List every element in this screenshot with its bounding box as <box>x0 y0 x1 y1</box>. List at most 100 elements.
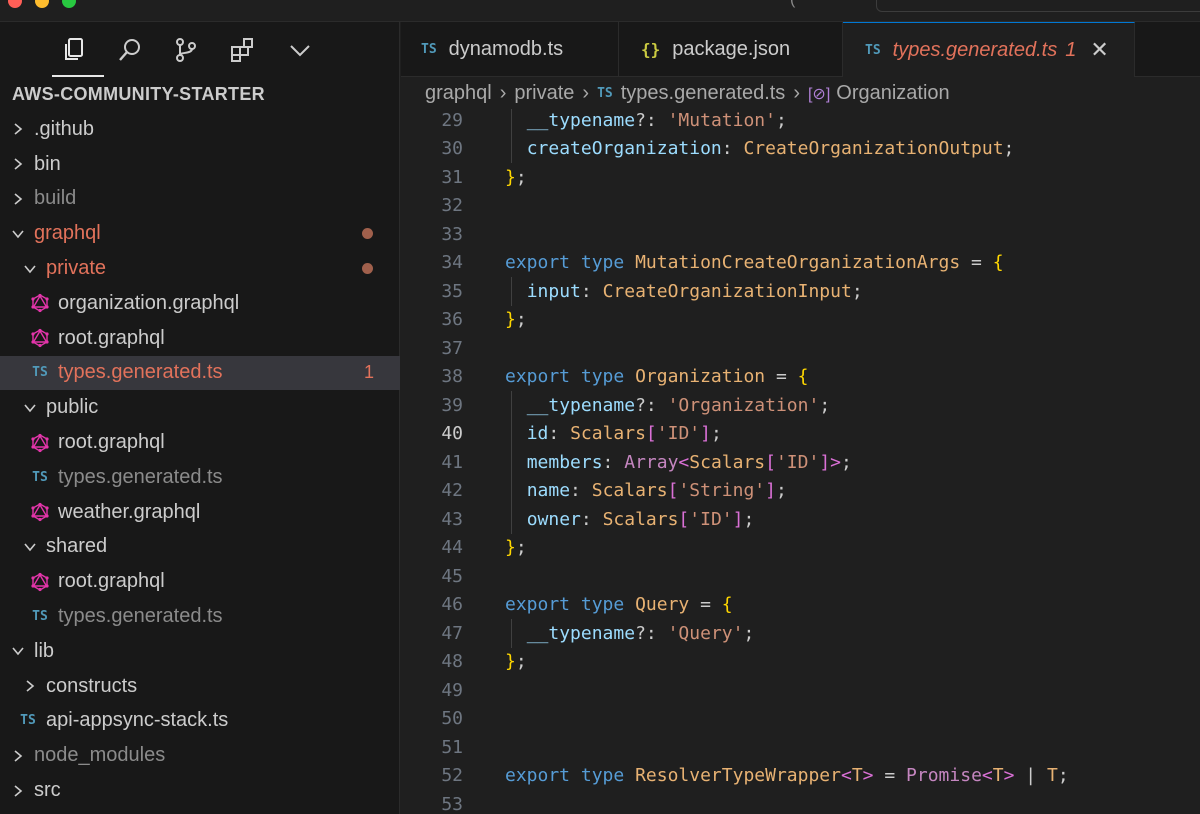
tab-types-generated[interactable]: TS types.generated.ts 1 ✕ <box>843 22 1135 77</box>
tree-folder[interactable]: private <box>0 251 400 286</box>
window-maximize-button[interactable] <box>62 0 76 8</box>
command-center-search[interactable] <box>876 0 1200 12</box>
tree-item-label: public <box>46 396 99 419</box>
chevron-down-icon[interactable] <box>20 259 40 279</box>
explorer-root-folder[interactable]: AWS-COMMUNITY-STARTER <box>12 84 265 105</box>
tree-folder[interactable]: node_modules <box>0 738 400 773</box>
tab-label: dynamodb.ts <box>448 38 564 60</box>
chevron-right-icon: › <box>499 82 507 104</box>
source-control-icon[interactable] <box>170 34 202 66</box>
code-line[interactable]: 47 __typename?: 'Query'; <box>401 619 1200 648</box>
code-text: export type MutationCreateOrganizationAr… <box>505 252 1004 274</box>
extensions-icon[interactable] <box>226 34 258 66</box>
code-text: __typename?: 'Organization'; <box>526 394 831 416</box>
tree-folder[interactable]: build <box>0 182 400 217</box>
tree-folder[interactable]: lib <box>0 634 400 669</box>
code-line[interactable]: 30 createOrganization: CreateOrganizatio… <box>401 135 1200 164</box>
code-line[interactable]: 51 <box>401 733 1200 762</box>
window-close-button[interactable] <box>8 0 22 8</box>
indent-guide <box>511 109 512 163</box>
tree-folder[interactable]: public <box>0 390 400 425</box>
tab-package-json[interactable]: {} package.json <box>619 22 843 77</box>
search-icon[interactable] <box>114 34 146 66</box>
problems-count: 1 <box>1065 38 1077 61</box>
code-line[interactable]: 32 <box>401 192 1200 221</box>
tree-folder[interactable]: constructs <box>0 669 400 704</box>
breadcrumb-item[interactable]: types.generated.ts <box>621 82 786 105</box>
tree-folder[interactable]: src <box>0 773 400 808</box>
line-number: 39 <box>441 394 463 416</box>
line-number: 44 <box>441 537 463 559</box>
chevron-down-icon[interactable] <box>8 224 28 244</box>
chevron-right-icon[interactable] <box>8 119 28 139</box>
tree-file[interactable]: organization.graphql <box>0 286 400 321</box>
modified-dot-icon <box>362 263 373 275</box>
code-line[interactable]: 48}; <box>401 648 1200 677</box>
code-line[interactable]: 41 members: Array<Scalars['ID']>; <box>401 448 1200 477</box>
chevron-right-icon[interactable] <box>8 781 28 801</box>
chevron-right-icon[interactable] <box>20 676 40 696</box>
tree-item-label: root.graphql <box>58 431 165 454</box>
code-editor[interactable]: 29 __typename?: 'Mutation'; 30 createOrga… <box>401 109 1200 814</box>
chevron-down-icon[interactable] <box>8 641 28 661</box>
tab-dynamodb[interactable]: TS dynamodb.ts <box>401 22 619 77</box>
tree-file[interactable]: root.graphql <box>0 564 400 599</box>
line-number: 43 <box>441 508 463 530</box>
tree-file[interactable]: TS types.generated.ts <box>0 599 400 634</box>
breadcrumb-item[interactable]: private <box>514 82 574 105</box>
code-line[interactable]: 42 name: Scalars['String']; <box>401 477 1200 506</box>
line-number: 48 <box>441 651 463 673</box>
tree-file[interactable]: weather.graphql <box>0 495 400 530</box>
typescript-file-icon: TS <box>18 711 38 731</box>
tree-item-label: src <box>34 779 61 802</box>
code-text: id: Scalars['ID']; <box>526 423 722 445</box>
tree-folder[interactable]: bin <box>0 147 400 182</box>
tree-item-label: bin <box>34 152 61 175</box>
code-line[interactable]: 50 <box>401 705 1200 734</box>
breadcrumb-item[interactable]: Organization <box>836 82 949 105</box>
code-line[interactable]: 40 id: Scalars['ID']; <box>401 420 1200 449</box>
code-line[interactable]: 44}; <box>401 534 1200 563</box>
chevron-right-icon[interactable] <box>8 154 28 174</box>
breadcrumb-item[interactable]: graphql <box>425 82 492 105</box>
tree-item-label: node_modules <box>34 744 166 767</box>
code-line[interactable]: 36}; <box>401 306 1200 335</box>
code-text: }; <box>505 651 527 673</box>
code-line[interactable]: 38 export type Organization = { <box>401 363 1200 392</box>
code-line[interactable]: 39 __typename?: 'Organization'; <box>401 391 1200 420</box>
tree-file[interactable]: TS types.generated.ts <box>0 460 400 495</box>
chevron-down-icon[interactable] <box>20 537 40 557</box>
code-line[interactable]: 33 <box>401 220 1200 249</box>
chevron-down-icon[interactable] <box>20 398 40 418</box>
indent-guide <box>511 277 512 306</box>
tree-file[interactable]: TS api-appsync-stack.ts <box>0 704 400 739</box>
code-line[interactable]: 35 input: CreateOrganizationInput; <box>401 277 1200 306</box>
code-line[interactable]: 45 <box>401 562 1200 591</box>
chevron-right-icon[interactable] <box>8 746 28 766</box>
code-text: }; <box>505 166 527 188</box>
line-number: 32 <box>441 195 463 217</box>
code-line[interactable]: 34 export type MutationCreateOrganization… <box>401 249 1200 278</box>
code-line[interactable]: 31}; <box>401 163 1200 192</box>
code-line[interactable]: 37 <box>401 334 1200 363</box>
tree-file[interactable]: root.graphql <box>0 425 400 460</box>
chevron-right-icon[interactable] <box>8 189 28 209</box>
code-line[interactable]: 53 <box>401 790 1200 814</box>
tree-folder[interactable]: graphql <box>0 216 400 251</box>
explorer-icon[interactable] <box>58 34 90 66</box>
code-line[interactable]: 29 __typename?: 'Mutation'; <box>401 109 1200 135</box>
typescript-file-icon: TS <box>421 42 437 57</box>
code-line[interactable]: 46 export type Query = { <box>401 591 1200 620</box>
window-minimize-button[interactable] <box>35 0 49 8</box>
code-line[interactable]: 43 owner: Scalars['ID']; <box>401 505 1200 534</box>
tree-folder[interactable]: .github <box>0 112 400 147</box>
tree-file[interactable]: root.graphql <box>0 321 400 356</box>
close-icon[interactable]: ✕ <box>1090 37 1108 63</box>
file-tree: .github bin build graphql private organizatio… <box>0 112 400 808</box>
tree-file[interactable]: TS types.generated.ts 1 <box>0 355 400 391</box>
tree-folder[interactable]: shared <box>0 530 400 565</box>
chevron-down-icon[interactable] <box>284 34 316 66</box>
code-line[interactable]: 52 export type ResolverTypeWrapper<T> = P… <box>401 762 1200 791</box>
code-line[interactable]: 49 <box>401 676 1200 705</box>
tree-item-label: private <box>46 257 107 280</box>
